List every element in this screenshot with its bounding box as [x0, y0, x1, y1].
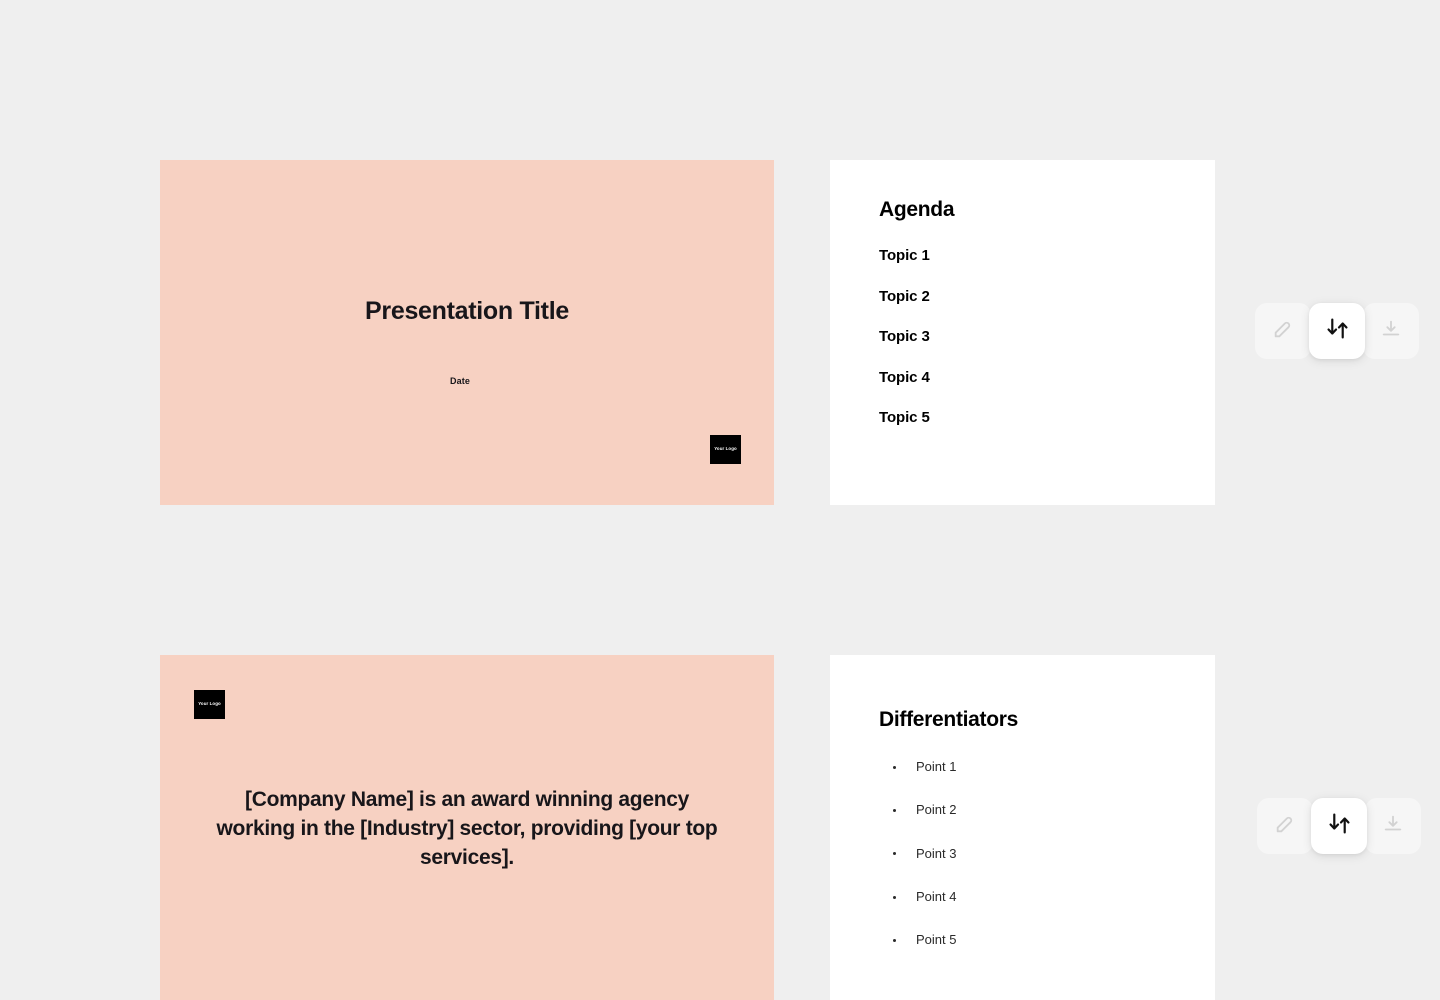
list-item: Point 2 — [879, 803, 1195, 817]
download-button-bottom[interactable] — [1365, 798, 1421, 854]
presentation-title: Presentation Title — [365, 297, 569, 325]
differentiators-heading: Differentiators — [879, 708, 1019, 731]
bullet-icon — [893, 939, 896, 943]
list-item: Topic 3 — [879, 328, 1195, 346]
edit-icon — [1274, 813, 1296, 840]
slide-controls-bottom — [1257, 798, 1421, 854]
slide-statement[interactable]: Your Logo [Company Name] is an award win… — [160, 655, 774, 1000]
slide-deck: Presentation Title Date Your Logo Agenda… — [0, 0, 1440, 1000]
differentiators-content: Differentiators Point 1 Point 2 Point 3 … — [879, 692, 1195, 948]
logo-badge: Your Logo — [194, 690, 225, 719]
edit-button-top[interactable] — [1255, 303, 1311, 359]
logo-badge-label: Your Logo — [198, 701, 221, 707]
list-item: Topic 2 — [879, 287, 1195, 306]
agenda-item-label: Topic 4 — [879, 368, 930, 386]
swap-slides-button-top[interactable] — [1309, 303, 1365, 359]
logo-badge: Your Logo — [710, 435, 741, 464]
point-item-label: Point 2 — [916, 802, 957, 818]
list-item: Point 4 — [879, 889, 1195, 905]
swap-vertical-icon — [1327, 811, 1352, 841]
statement-body: [Company Name] is an award winning agenc… — [216, 788, 718, 869]
edit-button-bottom[interactable] — [1257, 798, 1313, 854]
bullet-icon — [893, 895, 896, 899]
list-item: Topic 4 — [879, 368, 1195, 387]
swap-slides-button-bottom[interactable] — [1311, 798, 1367, 854]
download-button-top[interactable] — [1363, 303, 1419, 359]
logo-badge-label: Your Logo — [714, 446, 737, 452]
bullet-icon — [893, 765, 896, 769]
list-item: Point 3 — [879, 845, 1195, 861]
agenda-item-label: Topic 3 — [879, 328, 930, 346]
bullet-icon — [893, 852, 896, 856]
download-icon — [1380, 318, 1402, 345]
point-item-label: Point 4 — [916, 889, 957, 905]
point-item-label: Point 3 — [916, 845, 957, 861]
list-item: Point 5 — [879, 933, 1195, 947]
point-item-label: Point 5 — [916, 932, 957, 948]
agenda-content: Agenda Topic 1 Topic 2 Topic 3 Topic 4 T… — [879, 197, 1195, 427]
slide-controls-top — [1255, 303, 1419, 359]
slide-agenda[interactable]: Agenda Topic 1 Topic 2 Topic 3 Topic 4 T… — [830, 160, 1215, 505]
agenda-item-label: Topic 1 — [879, 247, 930, 265]
agenda-item-label: Topic 2 — [879, 287, 930, 305]
title-block: Presentation Title Date — [160, 296, 774, 386]
agenda-heading: Agenda — [879, 198, 955, 221]
slide-title[interactable]: Presentation Title Date Your Logo — [160, 160, 774, 505]
presentation-date: Date — [450, 376, 470, 386]
bullet-icon — [893, 809, 896, 813]
point-item-label: Point 1 — [916, 759, 957, 775]
slide-differentiators[interactable]: Differentiators Point 1 Point 2 Point 3 … — [830, 655, 1215, 1000]
swap-vertical-icon — [1325, 316, 1350, 346]
download-icon — [1382, 813, 1404, 840]
edit-icon — [1272, 318, 1294, 345]
agenda-item-label: Topic 5 — [879, 409, 930, 427]
list-item: Topic 5 — [879, 409, 1195, 427]
list-item: Point 1 — [879, 759, 1195, 775]
agenda-list: Topic 1 Topic 2 Topic 3 Topic 4 Topic 5 — [879, 247, 1195, 427]
points-list: Point 1 Point 2 Point 3 Point 4 Point 5 — [879, 759, 1195, 947]
list-item: Topic 1 — [879, 247, 1195, 265]
